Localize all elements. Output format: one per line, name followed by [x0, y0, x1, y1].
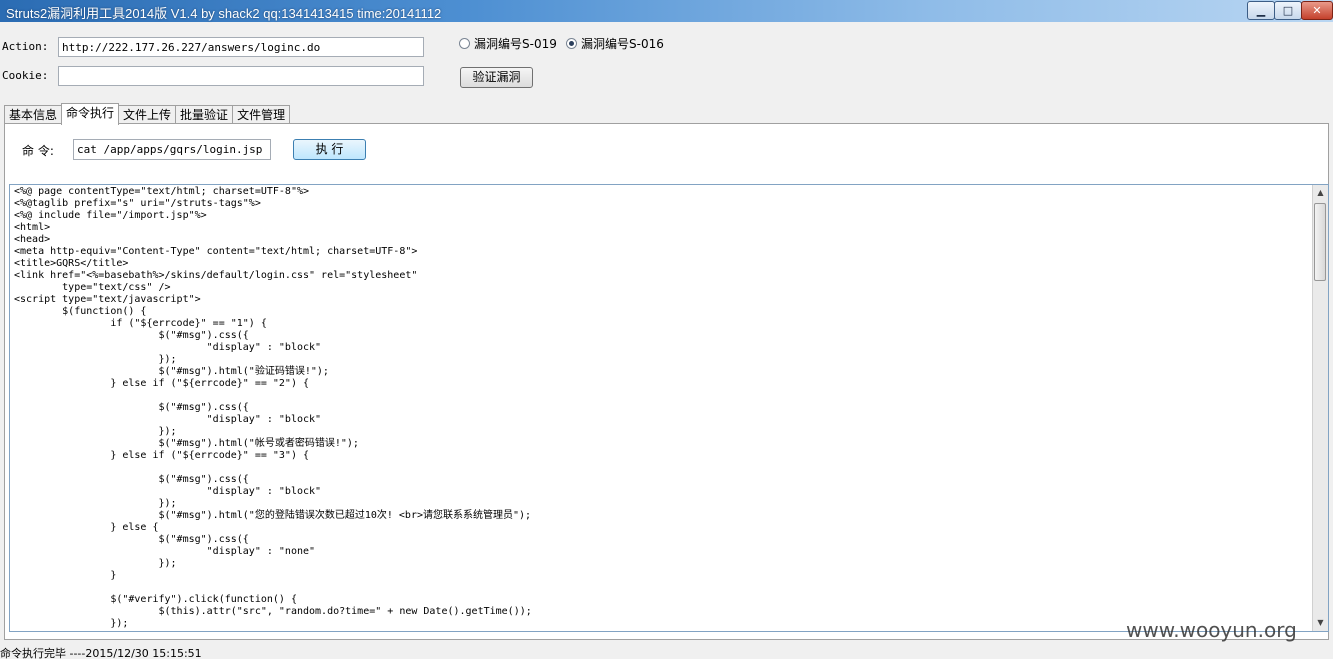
output-line: $("#verify").click(function() { [14, 594, 297, 605]
output-line: <html> [14, 222, 51, 233]
output-line: $(function() { [14, 306, 147, 317]
command-output-area[interactable]: <%@ page contentType="text/html; charset… [9, 184, 1329, 632]
tab-batch-verify[interactable]: 批量验证 [175, 105, 234, 125]
maximize-button[interactable]: □ [1274, 1, 1302, 20]
scroll-down-arrow-icon[interactable]: ▼ [1313, 615, 1328, 631]
output-line: <meta http-equiv="Content-Type" content=… [14, 246, 418, 257]
status-bar: 命令执行完毕 ----2015/12/30 15:15:51 [0, 645, 1333, 659]
output-scrollbar[interactable]: ▲ ▼ [1312, 185, 1328, 631]
output-line: } else { [14, 522, 159, 533]
execute-button[interactable]: 执 行 [293, 139, 366, 160]
output-line: }); [14, 426, 177, 437]
output-line: }); [14, 558, 177, 569]
action-label: Action: [2, 40, 49, 53]
radio-s019[interactable]: 漏洞编号S-019 [459, 35, 557, 52]
output-line: }); [14, 498, 177, 509]
scroll-thumb[interactable] [1314, 203, 1326, 281]
output-line: $("#msg").css({ [14, 534, 249, 545]
output-line: $("#msg").css({ [14, 474, 249, 485]
command-output-text: <%@ page contentType="text/html; charset… [10, 185, 1328, 631]
radio-s016[interactable]: 漏洞编号S-016 [566, 35, 664, 52]
command-label: 命 令: [22, 144, 54, 158]
output-line: }); [14, 354, 177, 365]
output-line: $("#msg").html("帐号或者密码错误!"); [14, 438, 359, 449]
output-line: if ("${errcode}" == "1") { [14, 318, 267, 329]
output-line: $("#msg").css({ [14, 402, 249, 413]
output-line: <%@ page contentType="text/html; charset… [14, 186, 310, 197]
verify-vuln-button[interactable]: 验证漏洞 [460, 67, 533, 88]
output-line: $(this).attr("src", "random.do?time=" + … [14, 606, 532, 617]
output-line: <%@taglib prefix="s" uri="/struts-tags"%… [14, 198, 261, 209]
cookie-label: Cookie: [2, 69, 49, 82]
output-line: } else if ("${errcode}" == "2") { [14, 378, 310, 389]
close-button[interactable]: ✕ [1301, 1, 1333, 20]
output-line: $("#msg").css({ [14, 330, 249, 341]
output-line: <%@ include file="/import.jsp"%> [14, 210, 207, 221]
radio-s016-label: 漏洞编号S-016 [581, 37, 664, 51]
radio-s019-circle[interactable] [459, 38, 470, 49]
scroll-up-arrow-icon[interactable]: ▲ [1313, 185, 1328, 201]
output-line: <script type="text/javascript"> [14, 294, 201, 305]
cookie-input[interactable] [58, 66, 424, 86]
output-line: } else if ("${errcode}" == "3") { [14, 450, 310, 461]
output-line: $("#msg").html("验证码错误!"); [14, 366, 329, 377]
output-line: <title>GQRS</title> [14, 258, 129, 269]
tab-bar: 基本信息 命令执行 文件上传 批量验证 文件管理 [4, 103, 291, 125]
output-line: type="text/css" /> [14, 282, 171, 293]
output-line: } [14, 570, 117, 581]
tab-file-upload[interactable]: 文件上传 [118, 105, 177, 125]
tab-file-manage[interactable]: 文件管理 [232, 105, 291, 125]
radio-s019-label: 漏洞编号S-019 [474, 37, 557, 51]
output-line: "display" : "none" [14, 546, 316, 557]
output-line: <head> [14, 234, 51, 245]
command-input[interactable]: cat /app/apps/gqrs/login.jsp [73, 139, 271, 160]
output-line: "display" : "block" [14, 486, 322, 497]
tab-command-exec[interactable]: 命令执行 [61, 103, 120, 125]
status-text: 命令执行完毕 ----2015/12/30 15:15:51 [0, 647, 202, 659]
output-line: $("#msg").html("您的登陆错误次数已超过10次! <br>请您联系… [14, 510, 532, 521]
window-title: Struts2漏洞利用工具2014版 V1.4 by shack2 qq:134… [6, 6, 442, 21]
tab-basic-info[interactable]: 基本信息 [4, 105, 63, 125]
title-bar: Struts2漏洞利用工具2014版 V1.4 by shack2 qq:134… [0, 0, 1333, 22]
watermark: www.wooyun.org [1126, 618, 1297, 642]
radio-s016-circle[interactable] [566, 38, 577, 49]
action-url-input[interactable]: http://222.177.26.227/answers/loginc.do [58, 37, 424, 57]
output-line: "display" : "block" [14, 342, 322, 353]
minimize-button[interactable]: ▁ [1247, 1, 1275, 20]
output-line: <link href="<%=basebath%>/skins/default/… [14, 270, 418, 281]
output-line: "display" : "block" [14, 414, 322, 425]
